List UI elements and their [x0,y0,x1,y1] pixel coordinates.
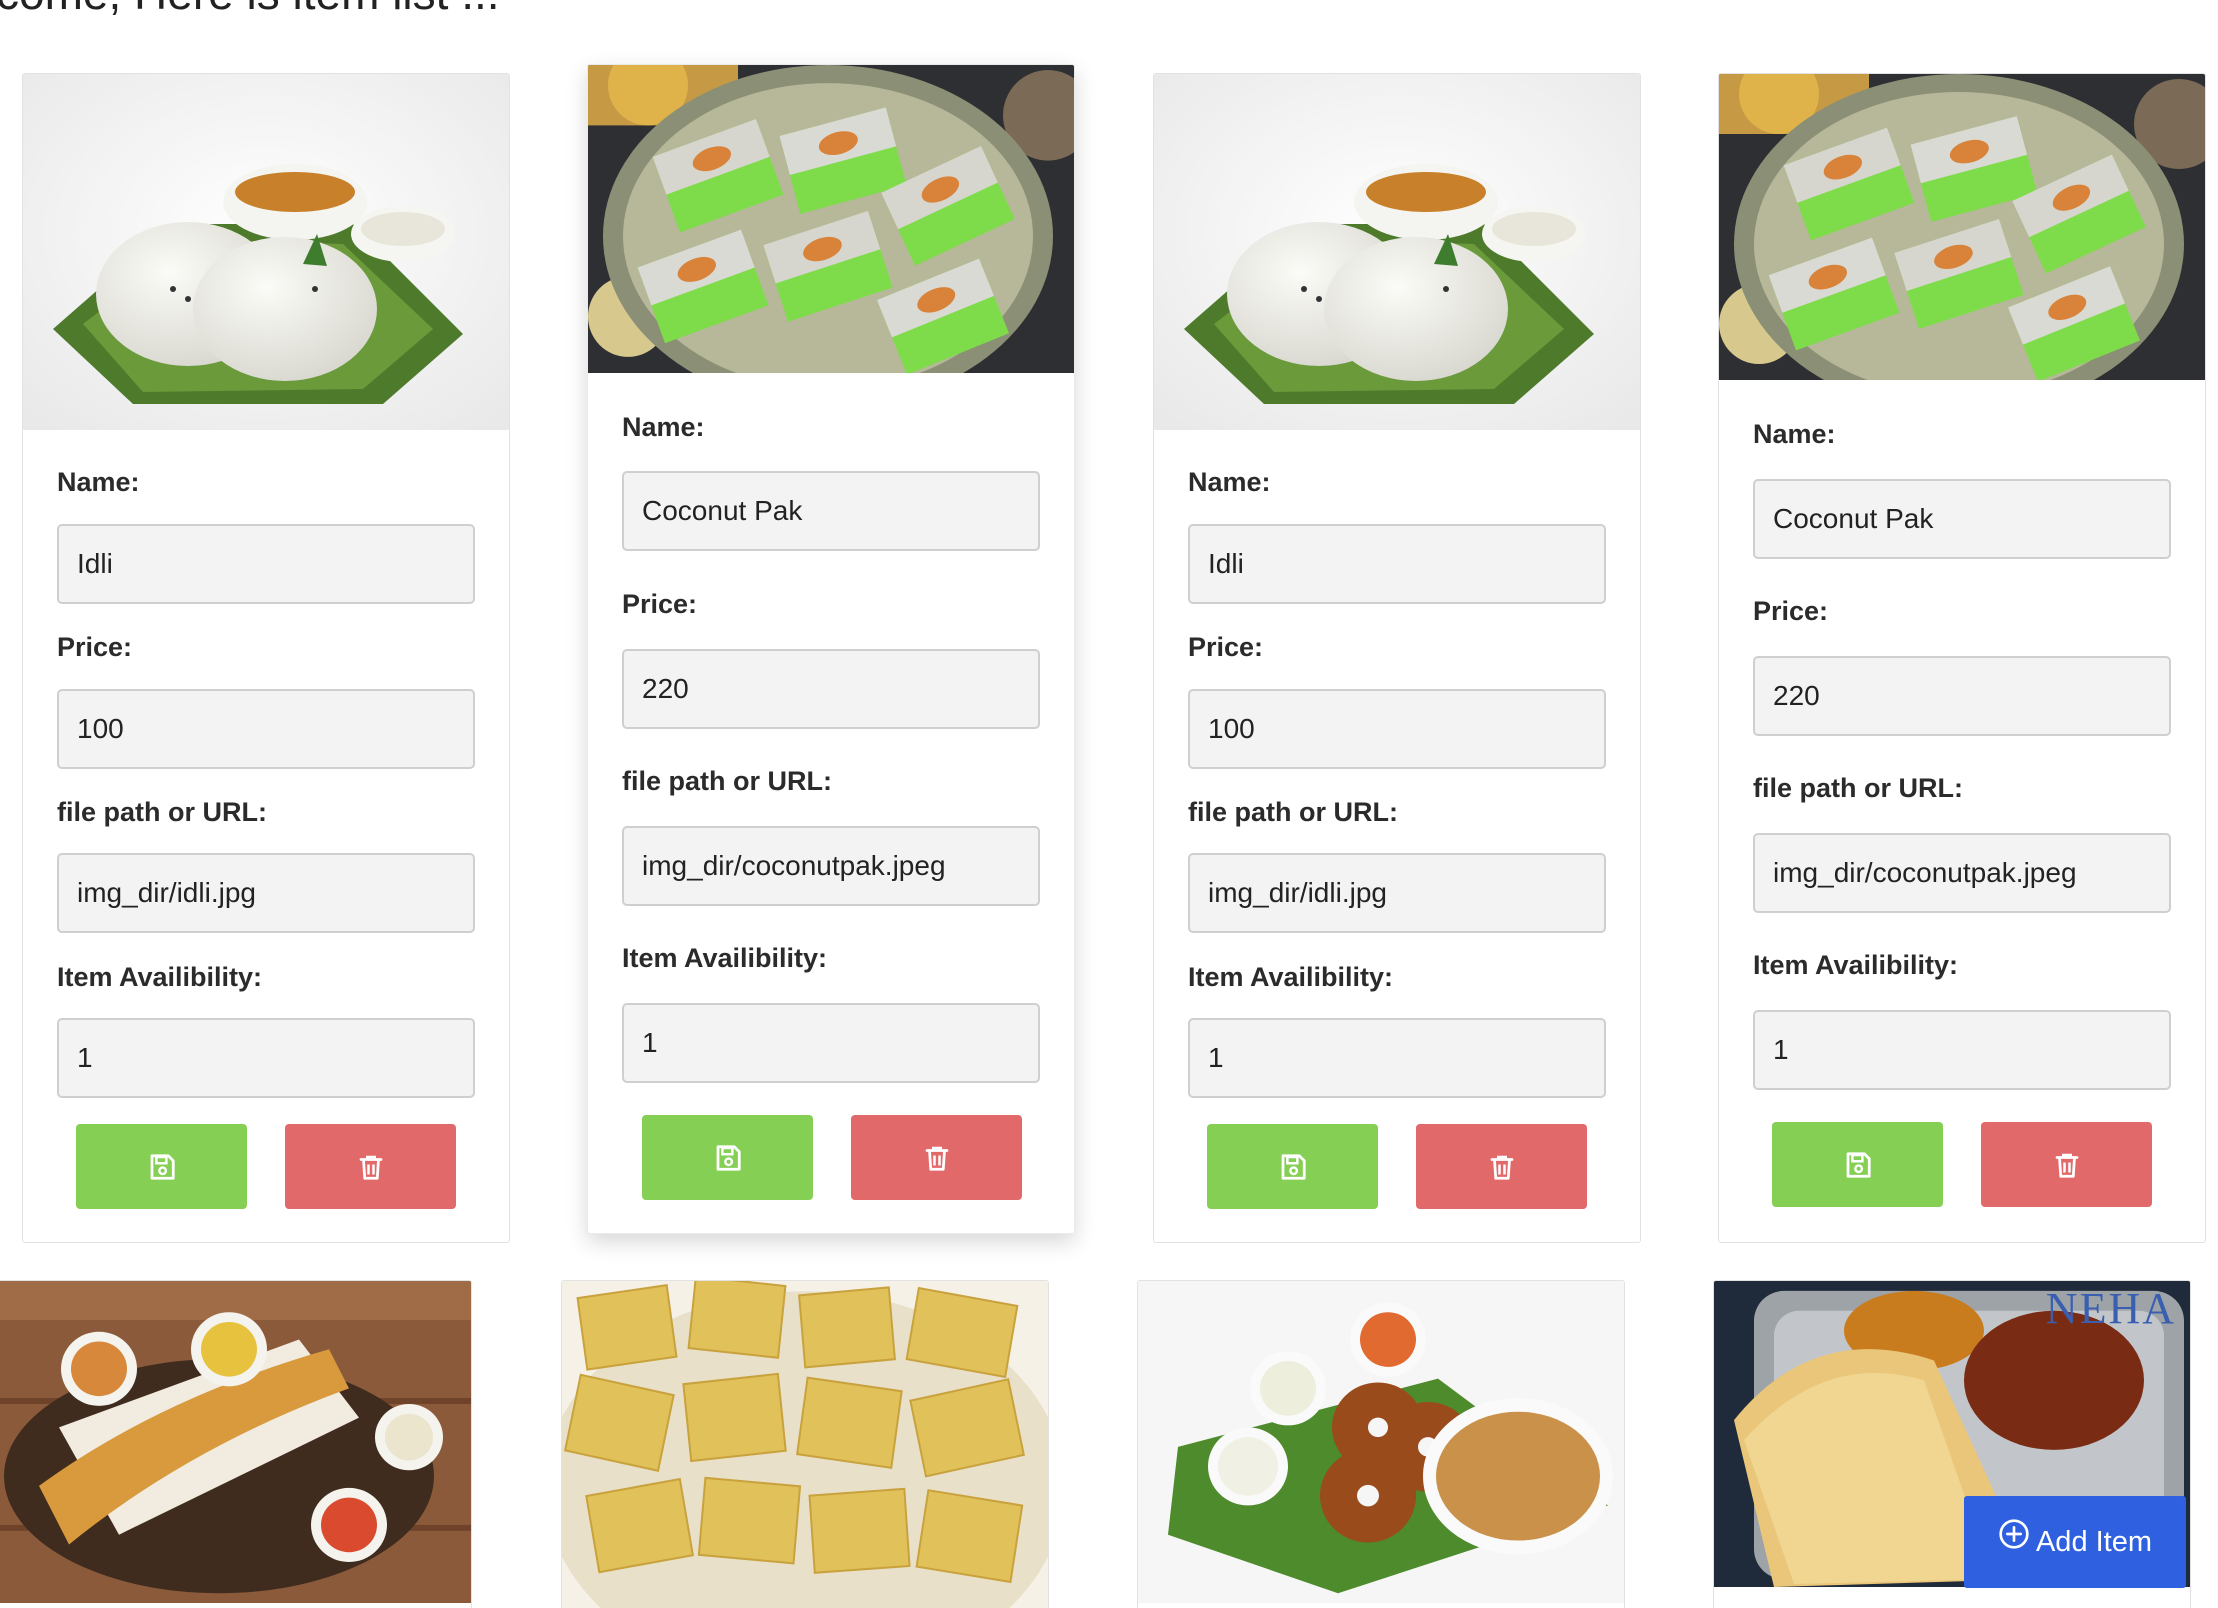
item-image-idli [23,74,509,430]
price-input[interactable] [1188,689,1606,769]
path-label: file path or URL: [1753,773,1963,803]
delete-button[interactable] [851,1115,1022,1200]
name-label: Name: [1753,419,1836,449]
name-input[interactable] [622,471,1040,551]
item-card: Name: Price: file path or URL: Item Avai… [1718,73,2206,1243]
item-image-idli [1154,74,1640,430]
name-input[interactable] [1188,524,1606,604]
name-input[interactable] [57,524,475,604]
item-card: Name: Price: file path or URL: Item Avai… [1153,73,1641,1243]
price-input[interactable] [1753,656,2171,736]
save-button[interactable] [1207,1124,1378,1209]
price-input[interactable] [57,689,475,769]
plus-circle-icon [1998,1518,2030,1550]
path-input[interactable] [1753,833,2171,913]
path-label: file path or URL: [1188,797,1398,827]
trash-icon [2052,1150,2082,1180]
add-item-label: Add Item [2035,1525,2153,1558]
save-button[interactable] [76,1124,247,1209]
save-button[interactable] [642,1115,813,1200]
floppy-disk-icon [147,1152,177,1182]
delete-button[interactable] [1981,1122,2152,1207]
availability-input[interactable] [57,1018,475,1098]
watermark-logo: NEHA [2045,1284,2176,1333]
availability-input[interactable] [1188,1018,1606,1098]
item-image-medu-vada [1138,1281,1624,1603]
trash-icon [356,1152,386,1182]
price-label: Price: [57,632,133,662]
item-card: Name: Price: file path or URL: Item Avai… [587,64,1075,1234]
price-label: Price: [1753,596,1829,626]
name-label: Name: [57,467,140,497]
item-image-dhokla [562,1281,1048,1608]
floppy-disk-icon [1843,1150,1873,1180]
trash-icon [922,1143,952,1173]
item-card [0,1280,472,1608]
name-label: Name: [622,412,705,442]
trash-icon [1487,1152,1517,1182]
availability-label: Item Availibility: [1753,950,1959,980]
item-image-masala-dosa [0,1281,471,1603]
availability-input[interactable] [622,1003,1040,1083]
path-input[interactable] [1188,853,1606,933]
name-label: Name: [1188,467,1271,497]
availability-input[interactable] [1753,1010,2171,1090]
item-card: Name: Price: file path or URL: Item Avai… [22,73,510,1243]
name-input[interactable] [1753,479,2171,559]
floppy-disk-icon [1278,1152,1308,1182]
price-label: Price: [1188,632,1264,662]
delete-button[interactable] [285,1124,456,1209]
item-image-coconut-pak [1719,74,2205,380]
path-label: file path or URL: [57,797,267,827]
item-card [1137,1280,1625,1608]
page-heading: come, Here is item list ... [0,0,500,20]
path-input[interactable] [57,853,475,933]
item-image-coconut-pak [588,65,1074,373]
price-label: Price: [622,589,698,619]
path-input[interactable] [622,826,1040,906]
availability-label: Item Availibility: [1188,962,1394,992]
item-card [561,1280,1049,1608]
delete-button[interactable] [1416,1124,1587,1209]
availability-label: Item Availibility: [622,943,828,973]
save-button[interactable] [1772,1122,1943,1207]
add-item-button[interactable]: Add Item [1964,1496,2186,1588]
floppy-disk-icon [713,1143,743,1173]
price-input[interactable] [622,649,1040,729]
availability-label: Item Availibility: [57,962,263,992]
path-label: file path or URL: [622,766,832,796]
